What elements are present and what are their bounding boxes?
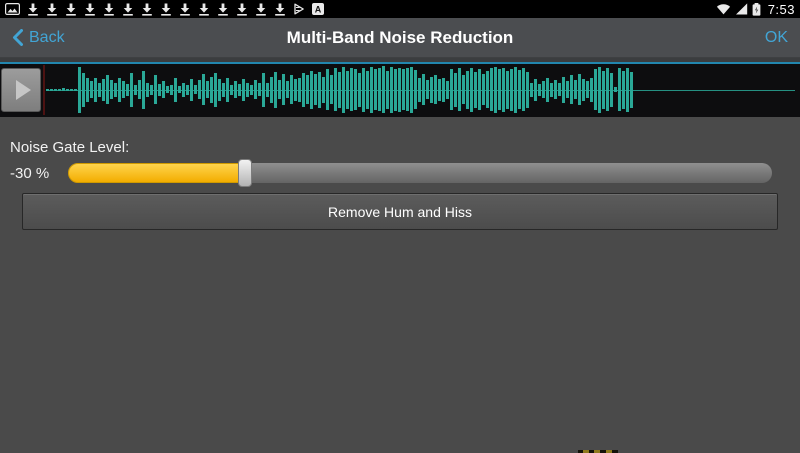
download-icon <box>236 2 248 16</box>
download-icon <box>217 2 229 16</box>
download-icon <box>198 2 210 16</box>
letter-a-icon: A <box>312 2 324 16</box>
system-icon-group <box>716 2 761 16</box>
download-icon <box>65 2 77 16</box>
slider-fill <box>68 163 247 183</box>
waveform-top-border <box>0 62 800 64</box>
back-button[interactable]: Back <box>12 29 65 47</box>
download-icon <box>84 2 96 16</box>
playhead-cursor <box>43 65 45 115</box>
chevron-left-icon <box>12 31 23 45</box>
app-header: Back Multi-Band Noise Reduction OK <box>0 18 800 58</box>
noise-gate-label: Noise Gate Level: <box>10 139 129 156</box>
status-bar-system-icons: 7:53 <box>716 2 795 17</box>
download-icon <box>27 2 39 16</box>
screenshot-icon <box>5 2 20 16</box>
noise-gate-slider[interactable] <box>68 163 772 183</box>
wifi-icon <box>716 2 731 16</box>
download-icon <box>122 2 134 16</box>
status-bar-notification-icons: A <box>5 2 716 16</box>
remove-hum-hiss-button[interactable]: Remove Hum and Hiss <box>22 193 778 230</box>
download-icon <box>46 2 58 16</box>
download-icon <box>160 2 172 16</box>
status-bar: A 7:53 <box>0 0 800 18</box>
battery-charging-icon <box>752 2 761 16</box>
waveform-panel <box>0 58 800 117</box>
download-icon <box>103 2 115 16</box>
page-title: Multi-Band Noise Reduction <box>0 28 800 48</box>
cell-signal-icon <box>735 2 748 16</box>
download-icon <box>141 2 153 16</box>
download-icon <box>179 2 191 16</box>
back-label: Back <box>29 29 65 47</box>
svg-text:A: A <box>315 4 322 14</box>
play-button[interactable] <box>1 68 41 112</box>
slider-thumb[interactable] <box>238 159 252 187</box>
clock: 7:53 <box>768 2 795 17</box>
download-icon <box>274 2 286 16</box>
play-arrow-icon <box>293 2 305 16</box>
play-icon <box>16 80 31 100</box>
noise-gate-value: -30 % <box>10 165 49 182</box>
download-icon <box>255 2 267 16</box>
waveform-display[interactable] <box>46 66 797 113</box>
ok-button[interactable]: OK <box>765 29 788 47</box>
waveform-bars <box>46 66 797 113</box>
